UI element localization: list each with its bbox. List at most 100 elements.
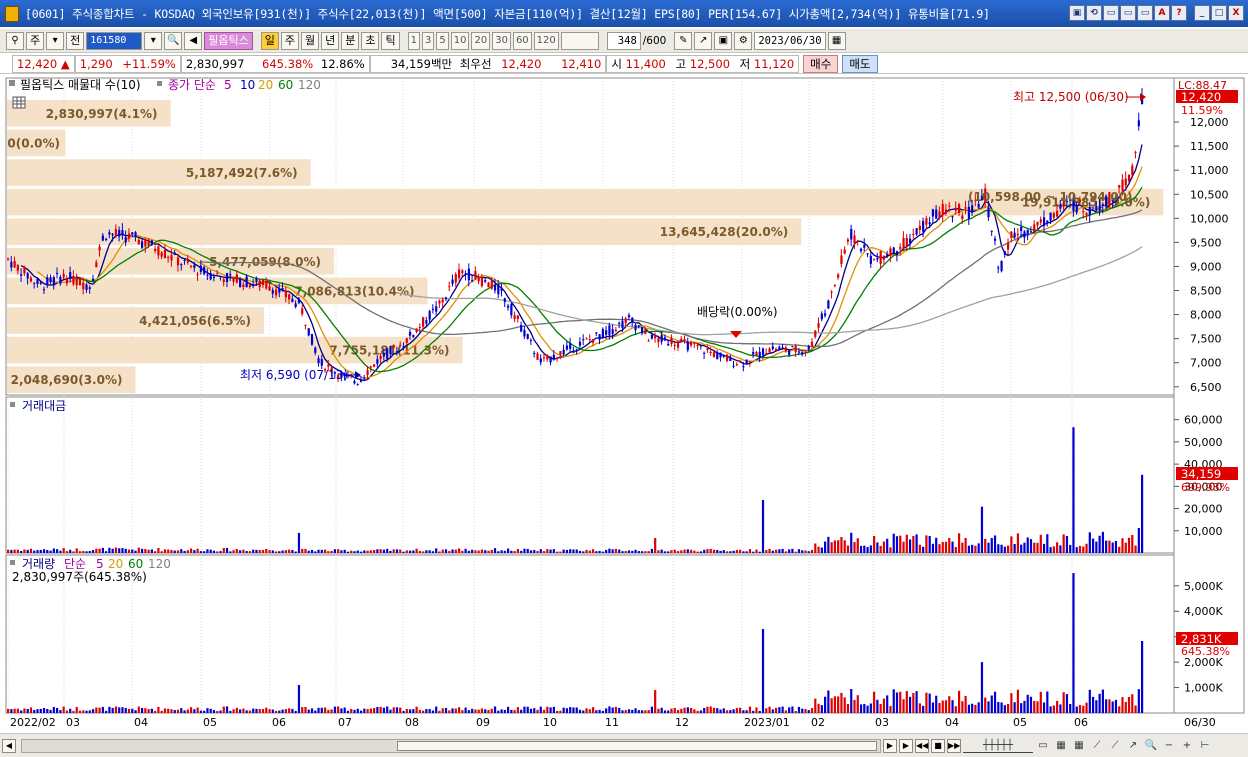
period-tick[interactable]: 틱 bbox=[381, 31, 400, 50]
value-bar bbox=[281, 550, 284, 553]
candle-body bbox=[791, 346, 794, 348]
mult-20[interactable]: 20 bbox=[471, 31, 491, 50]
sell-button[interactable]: 매도 bbox=[842, 54, 878, 73]
fit-icon[interactable]: ⊢ bbox=[1197, 739, 1213, 753]
value-bar bbox=[1059, 545, 1062, 553]
period-year[interactable]: 년 bbox=[321, 31, 340, 50]
volume-bar bbox=[422, 710, 425, 713]
zoom-in-icon[interactable]: + bbox=[1179, 739, 1195, 753]
value-bar bbox=[804, 550, 807, 553]
screen-icon[interactable]: ▭ bbox=[1103, 5, 1119, 21]
play-icon[interactable]: ▶ bbox=[899, 738, 913, 753]
period-month[interactable]: 월 bbox=[300, 31, 320, 50]
stock-name-label[interactable]: 필옵틱스 bbox=[204, 31, 253, 50]
stock-chart-svg[interactable]: 2,830,997(4.1%)0(0.0%)5,187,492(7.6%)19,… bbox=[0, 76, 1248, 733]
value-bar bbox=[431, 551, 435, 553]
stock-code-input[interactable]: 161580 bbox=[86, 31, 143, 50]
buy-button[interactable]: 매수 bbox=[803, 54, 839, 73]
scroll-left-icon[interactable]: ◀ bbox=[2, 738, 16, 753]
horizontal-scrollbar[interactable] bbox=[21, 738, 881, 753]
candle-body bbox=[39, 282, 42, 284]
mult-1[interactable]: 1 bbox=[407, 31, 420, 50]
mult-30[interactable]: 30 bbox=[492, 31, 511, 50]
code-dropdown-icon[interactable]: ▾ bbox=[144, 31, 163, 50]
font-icon[interactable]: A bbox=[1154, 5, 1170, 21]
period-second[interactable]: 초 bbox=[361, 31, 380, 50]
custom-period-input[interactable] bbox=[560, 31, 599, 50]
value-bar bbox=[1091, 538, 1095, 553]
chevron-down-icon[interactable]: ▾ bbox=[46, 31, 65, 50]
volume-bar bbox=[36, 709, 39, 713]
scroll-thumb[interactable] bbox=[397, 740, 877, 751]
zoom-slider[interactable]: ┼┼┼┼┼ bbox=[963, 739, 1033, 753]
help-icon[interactable]: ? bbox=[1171, 5, 1187, 21]
candle-body bbox=[422, 317, 425, 327]
volume-bar bbox=[542, 709, 546, 713]
pin-icon[interactable]: ⚲ bbox=[6, 31, 24, 50]
calendar-icon[interactable]: ▦ bbox=[827, 31, 846, 50]
value-tick-label: 60,000 bbox=[1184, 414, 1223, 427]
volume-bar bbox=[288, 708, 291, 713]
tools-icon[interactable]: ✎ bbox=[674, 31, 693, 50]
volume-bar bbox=[935, 695, 938, 713]
mult-10[interactable]: 10 bbox=[450, 31, 470, 50]
value-bar bbox=[507, 548, 510, 553]
mult-3[interactable]: 3 bbox=[421, 31, 435, 50]
rect-tool-icon[interactable]: ▭ bbox=[1035, 739, 1051, 753]
maximize-button[interactable]: □ bbox=[1211, 5, 1227, 21]
volume-bar bbox=[176, 709, 180, 713]
candle-body bbox=[856, 241, 859, 243]
settings-icon[interactable]: ⚙ bbox=[734, 31, 753, 50]
grid-tool-icon[interactable]: ▦ bbox=[1053, 739, 1069, 753]
search-icon[interactable]: 🔍 bbox=[164, 31, 183, 50]
volume-bar bbox=[918, 703, 921, 713]
value-bar bbox=[160, 551, 163, 553]
value-bar bbox=[111, 548, 114, 553]
candle-body bbox=[739, 360, 742, 362]
line-tool-icon[interactable]: ⟋ bbox=[1089, 739, 1105, 753]
refresh-icon[interactable]: ⟲ bbox=[1086, 5, 1102, 21]
period-day[interactable]: 일 bbox=[260, 31, 279, 50]
arrow-tool-icon[interactable]: ↗ bbox=[1125, 739, 1141, 753]
value-bar bbox=[212, 550, 216, 553]
market-select[interactable]: 주 bbox=[26, 31, 45, 50]
mult-120[interactable]: 120 bbox=[533, 31, 559, 50]
zoom-icon[interactable]: 🔍 bbox=[1143, 739, 1159, 753]
zoom-out-icon[interactable]: − bbox=[1161, 739, 1177, 753]
candle-body bbox=[853, 235, 856, 244]
data-count-input[interactable]: 348 bbox=[606, 31, 641, 50]
close-button[interactable]: X bbox=[1228, 5, 1244, 21]
candle-body bbox=[582, 339, 585, 341]
rewind-icon[interactable]: ◀◀ bbox=[915, 738, 929, 753]
minimize-button[interactable]: _ bbox=[1194, 5, 1210, 21]
volume-bar bbox=[879, 704, 882, 713]
fast-forward-icon[interactable]: ▶▶ bbox=[947, 738, 961, 753]
layout-icon[interactable]: ▭ bbox=[1137, 5, 1153, 21]
chart-area[interactable]: 2,830,997(4.1%) 0(0.0%) 5,187,492(7.6%) 19,… bbox=[0, 76, 1248, 733]
save-icon[interactable]: ▣ bbox=[714, 31, 733, 50]
date-input[interactable]: 2023/06/30 bbox=[754, 31, 826, 50]
candle-body bbox=[500, 288, 503, 291]
period-minute[interactable]: 분 bbox=[341, 31, 360, 50]
speaker-icon[interactable]: ◀ bbox=[184, 31, 203, 50]
volume-bar bbox=[941, 700, 944, 713]
compare-icon[interactable]: ↗ bbox=[694, 31, 713, 50]
full-button[interactable]: 전 bbox=[66, 31, 85, 50]
candle-body bbox=[29, 277, 33, 282]
candle-body bbox=[755, 352, 758, 356]
table-toggle-icon[interactable] bbox=[12, 96, 26, 109]
grid2-tool-icon[interactable]: ▦ bbox=[1071, 739, 1087, 753]
stop-icon[interactable]: ■ bbox=[931, 738, 945, 753]
open-label: 시 bbox=[611, 56, 622, 71]
mult-5[interactable]: 5 bbox=[436, 31, 449, 50]
value-bar bbox=[1131, 534, 1134, 553]
mult-60[interactable]: 60 bbox=[512, 31, 532, 50]
trend-tool-icon[interactable]: ⟋ bbox=[1107, 739, 1123, 753]
candle-body bbox=[879, 251, 882, 264]
print-icon[interactable]: ▭ bbox=[1120, 5, 1136, 21]
volume-bar bbox=[765, 708, 768, 713]
link-icon[interactable]: ▣ bbox=[1069, 5, 1085, 21]
scroll-right-icon[interactable]: ▶ bbox=[883, 738, 897, 753]
candle-body bbox=[52, 277, 55, 285]
period-week[interactable]: 주 bbox=[280, 31, 299, 50]
